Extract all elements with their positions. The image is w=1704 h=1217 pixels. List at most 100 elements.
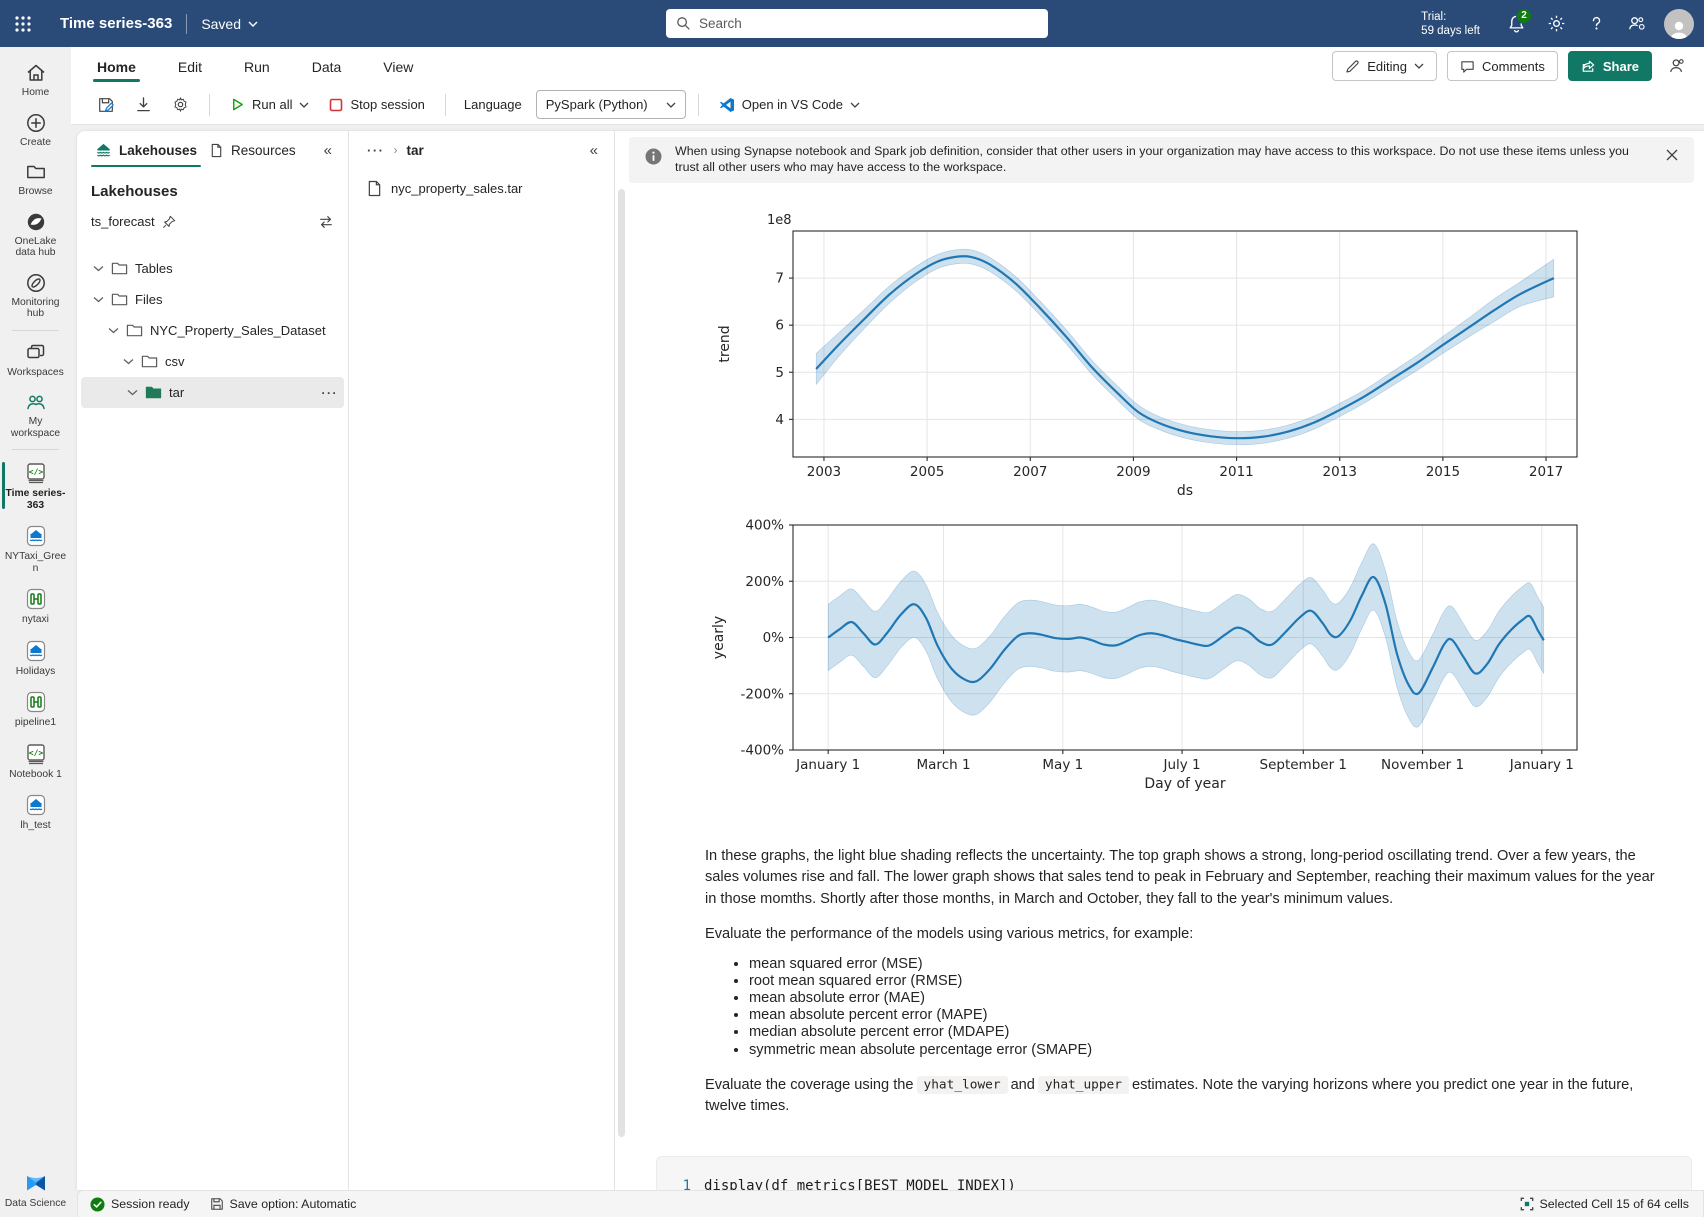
rail-item-create[interactable]: Create <box>0 105 71 155</box>
rail-item-nytaxi-green[interactable]: NYTaxi_Green <box>0 517 71 580</box>
collapse-explorer-icon[interactable]: « <box>318 140 338 161</box>
open-vscode-button[interactable]: Open in VS Code <box>711 90 868 120</box>
lakehouse-icon <box>24 793 48 817</box>
cell-selection-status: Selected Cell 15 of 64 cells <box>1520 1197 1689 1211</box>
chevron-down-icon[interactable] <box>125 389 139 396</box>
ribbon-tab-run[interactable]: Run <box>242 50 272 82</box>
stop-session-button[interactable]: Stop session <box>321 90 432 120</box>
ribbon-tab-home[interactable]: Home <box>95 50 138 82</box>
notifications-bell-icon[interactable]: 2 <box>1498 6 1534 42</box>
metric-bullet: mean squared error (MSE) <box>749 956 1605 973</box>
rail-item-time-series-363[interactable]: </>Time series-363 <box>0 454 71 517</box>
tree-item-tar[interactable]: tar··· <box>81 377 344 408</box>
tab-resources[interactable]: Resources <box>205 134 300 166</box>
search-input[interactable]: Search <box>666 9 1048 38</box>
save-status[interactable]: Saved <box>201 16 258 32</box>
rail-item-pipeline1[interactable]: pipeline1 <box>0 683 71 735</box>
save-button[interactable] <box>89 90 123 120</box>
run-all-button[interactable]: Run all <box>222 90 317 120</box>
rail-item-workspaces[interactable]: Workspaces <box>0 335 71 385</box>
svg-text:November 1: November 1 <box>1381 757 1464 773</box>
svg-text:May 1: May 1 <box>1042 757 1083 773</box>
chevron-down-icon[interactable] <box>91 296 105 303</box>
toolbar-divider <box>445 94 446 116</box>
file-browser-panel: ··· › tar « nyc_property_sales.tar <box>349 131 615 1190</box>
more-options-icon[interactable]: ··· <box>322 386 339 400</box>
settings-gear-icon[interactable] <box>1538 6 1574 42</box>
ribbon-tab-data[interactable]: Data <box>310 50 344 82</box>
svg-text:6: 6 <box>775 317 784 333</box>
pin-icon <box>162 215 176 229</box>
svg-text:2013: 2013 <box>1323 464 1357 480</box>
editing-mode-button[interactable]: Editing <box>1332 51 1437 81</box>
svg-text:2005: 2005 <box>910 464 944 480</box>
language-label: Language <box>464 97 522 112</box>
tree-item-csv[interactable]: csv <box>77 346 348 377</box>
session-status: Session ready <box>90 1197 190 1212</box>
left-rail: Home CreateBrowseOneLake data hub Monitori… <box>0 47 71 1217</box>
tab-lakehouses[interactable]: Lakehouses <box>91 133 201 167</box>
rail-item-monitoring-hub[interactable]: Monitoring hub <box>0 265 71 326</box>
app-launcher-icon[interactable] <box>0 0 46 47</box>
comments-button[interactable]: Comments <box>1447 51 1558 81</box>
chevron-down-icon[interactable] <box>91 265 105 272</box>
vertical-scrollbar[interactable] <box>618 189 625 1137</box>
chevron-down-icon <box>666 102 676 108</box>
tree-item-nyc-property-sales-dataset[interactable]: NYC_Property_Sales_Dataset <box>77 315 348 346</box>
collapse-file-panel-icon[interactable]: « <box>584 140 604 161</box>
chevron-down-icon[interactable] <box>121 358 135 365</box>
rail-item-lh-test[interactable]: lh_test <box>0 786 71 838</box>
notebook-settings-button[interactable] <box>164 90 197 120</box>
tree-item-files[interactable]: Files <box>77 284 348 315</box>
switch-lakehouse-icon[interactable] <box>318 215 334 229</box>
user-avatar[interactable] <box>1664 9 1694 39</box>
chevron-down-icon <box>1414 63 1424 69</box>
floppy-icon <box>210 1197 224 1211</box>
trend-chart: 200320052007200920112013201520174567dstr… <box>709 205 1664 505</box>
rail-item-label: Data Science <box>5 1198 66 1210</box>
workspaces-icon <box>25 342 47 364</box>
file-item-nyc-property-sales-tar[interactable]: nyc_property_sales.tar <box>349 173 614 203</box>
rail-item-nytaxi[interactable]: nytaxi <box>0 580 71 632</box>
svg-text:January 1: January 1 <box>795 757 860 773</box>
share-button[interactable]: Share <box>1568 51 1652 81</box>
save-icon <box>97 96 115 114</box>
rail-item-onelake-data-hub[interactable]: OneLake data hub <box>0 204 71 265</box>
markdown-cell[interactable]: 200320052007200920112013201520174567dstr… <box>615 183 1704 1118</box>
chevron-down-icon[interactable] <box>106 327 120 334</box>
save-option-status[interactable]: Save option: Automatic <box>210 1197 357 1211</box>
check-circle-icon <box>90 1197 105 1212</box>
rail-item-label: Time series-363 <box>5 488 67 511</box>
rail-divider <box>12 449 59 450</box>
export-download-button[interactable] <box>127 90 160 120</box>
feedback-person-icon[interactable] <box>1618 6 1654 42</box>
ribbon-tab-edit[interactable]: Edit <box>176 50 204 82</box>
lakehouse-name[interactable]: ts_forecast <box>91 214 155 229</box>
rail-item-holidays[interactable]: Holidays <box>0 632 71 684</box>
comment-icon <box>1460 59 1475 74</box>
home-icon <box>25 62 47 84</box>
close-icon[interactable] <box>1663 146 1681 169</box>
rail-item-label: Home <box>22 87 49 99</box>
rail-item-label: Monitoring hub <box>5 297 67 320</box>
rail-item-notebook-1[interactable]: </>Notebook 1 <box>0 735 71 787</box>
ribbon-tab-view[interactable]: View <box>381 50 415 82</box>
rail-item-data-science[interactable]: Data Science <box>0 1164 71 1216</box>
rail-item-home[interactable]: Home <box>0 55 71 105</box>
tree-item-tables[interactable]: Tables <box>77 253 348 284</box>
breadcrumb-ellipsis[interactable]: ··· <box>367 143 385 158</box>
toolbar-divider <box>209 94 210 116</box>
rail-item-my-workspace[interactable]: My workspace <box>0 384 71 445</box>
code-cell[interactable]: 1 display(df_metrics[BEST_MODEL_INDEX]) <box>656 1156 1692 1190</box>
rail-item-label: My workspace <box>5 416 67 439</box>
title-divider <box>186 14 187 34</box>
help-icon[interactable] <box>1578 6 1614 42</box>
rail-item-label: Workspaces <box>7 367 63 379</box>
follow-person-icon[interactable] <box>1662 51 1692 81</box>
rail-item-browse[interactable]: Browse <box>0 154 71 204</box>
metric-bullet: mean absolute percent error (MAPE) <box>749 1007 1605 1024</box>
language-select[interactable]: PySpark (Python) <box>536 90 686 119</box>
metric-bullet: mean absolute error (MAE) <box>749 990 1605 1007</box>
explorer-heading: Lakehouses <box>77 169 348 200</box>
notebook-title[interactable]: Time series-363 <box>60 15 172 32</box>
